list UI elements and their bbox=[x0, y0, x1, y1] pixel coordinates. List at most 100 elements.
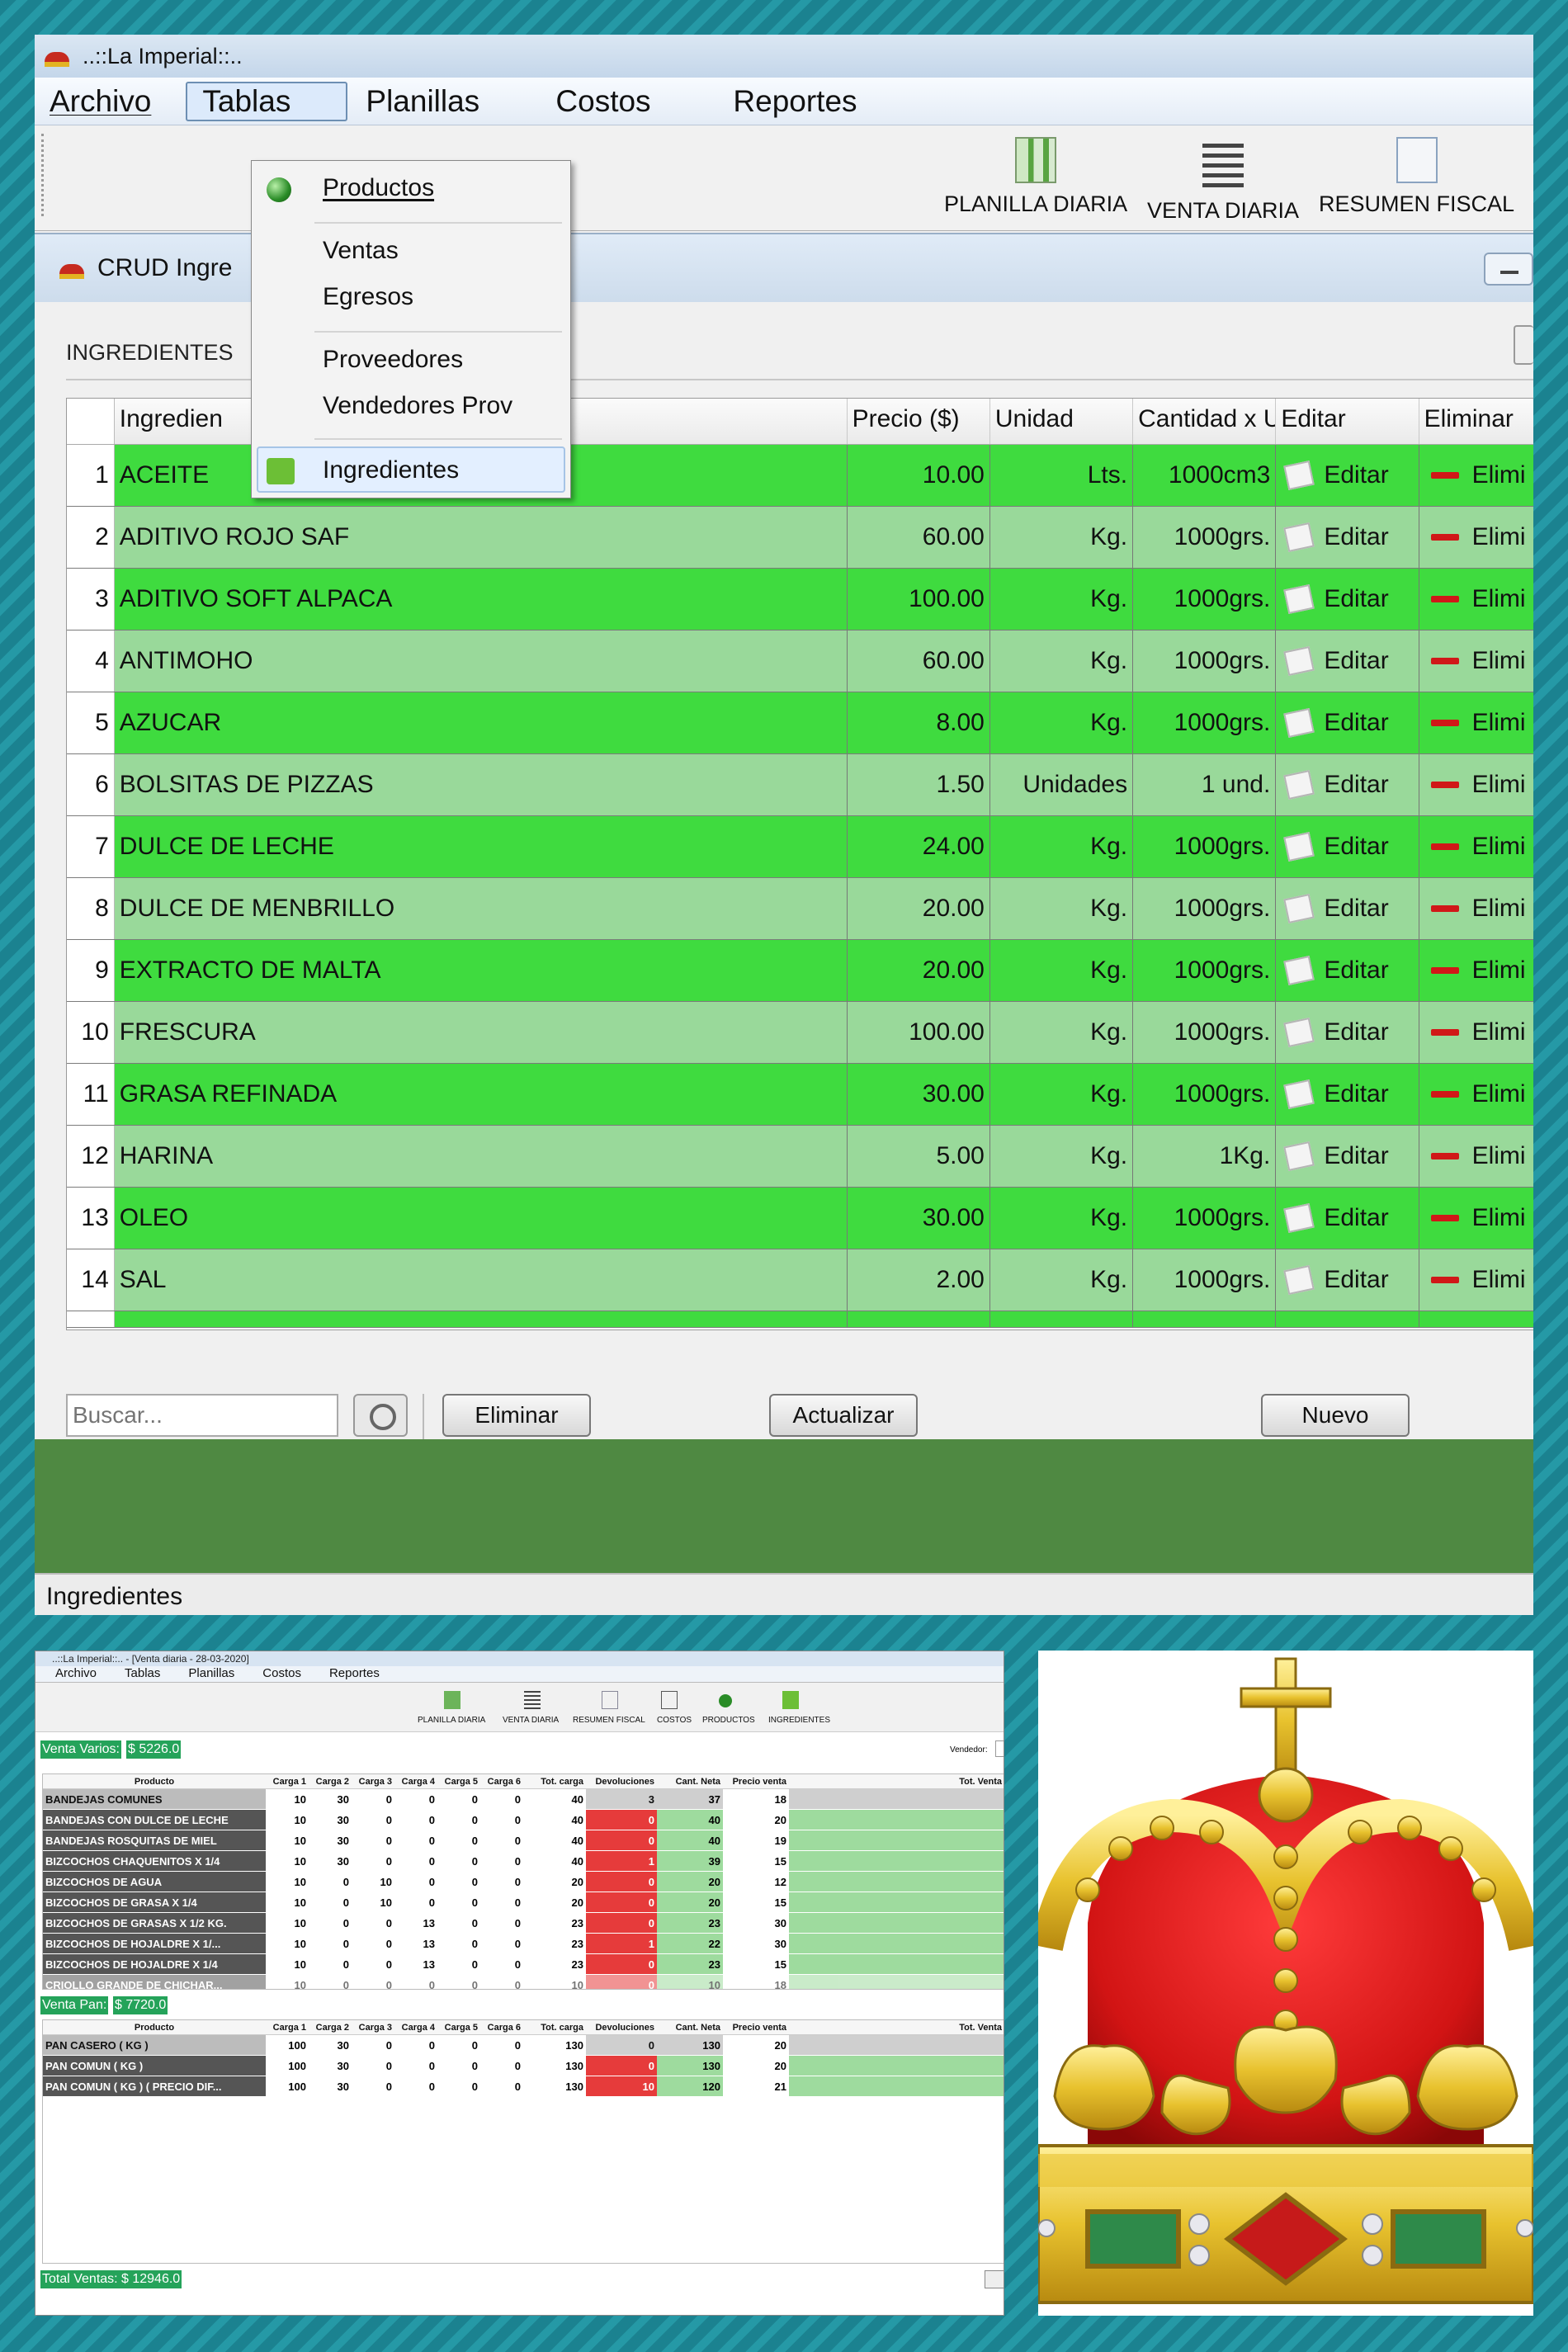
menu-item-vendedores-prov[interactable]: Vendedores Prov bbox=[323, 392, 512, 420]
small-table-row[interactable]: PAN COMUN ( KG ) 100 30 0 0 0 0 130 0 130 20 bbox=[43, 2056, 1004, 2076]
venta-diaria-button[interactable]: VENTA DIARIA bbox=[1147, 137, 1299, 224]
small-header-cell[interactable]: Carga 3 bbox=[352, 2020, 394, 2034]
search-input[interactable] bbox=[66, 1394, 338, 1437]
small-header-cell[interactable]: Precio venta bbox=[723, 1774, 789, 1788]
menu-item-ingredientes[interactable]: Ingredientes bbox=[323, 456, 459, 484]
small-header-cell[interactable]: Carga 4 bbox=[394, 2020, 437, 2034]
delete-button[interactable]: Elimi bbox=[1419, 754, 1533, 815]
small-header-cell[interactable]: Carga 2 bbox=[309, 1774, 352, 1788]
resumen-fiscal-button[interactable]: RESUMEN FISCAL bbox=[1319, 137, 1514, 217]
delete-button[interactable]: Elimi bbox=[1419, 816, 1533, 877]
small-tool-productos[interactable]: PRODUCTOS bbox=[702, 1716, 755, 1725]
vendedor-select[interactable] bbox=[995, 1740, 1004, 1757]
small-table-row[interactable]: BIZCOCHOS DE HOJALDRE X 1/4 10 0 0 13 0 0 23 0 23… bbox=[43, 1954, 1004, 1975]
search-icon[interactable] bbox=[353, 1394, 408, 1437]
table-row[interactable]: 9 EXTRACTO DE MALTA 20.00 Kg. 1000grs. Editar… bbox=[67, 940, 1533, 1002]
table-row[interactable]: 13 OLEO 30.00 Kg. 1000grs. Editar Elimi bbox=[67, 1188, 1533, 1249]
table-row[interactable]: 11 GRASA REFINADA 30.00 Kg. 1000grs. Editar El… bbox=[67, 1064, 1533, 1126]
small-table-row[interactable]: BIZCOCHOS DE AGUA 10 0 10 0 0 0 20 0 20 12 bbox=[43, 1872, 1004, 1892]
small-header-cell[interactable]: Tot. Venta bbox=[789, 2020, 1004, 2034]
small-header-cell[interactable]: Carga 5 bbox=[437, 1774, 480, 1788]
table-row[interactable]: 7 DULCE DE LECHE 24.00 Kg. 1000grs. Editar Eli… bbox=[67, 816, 1533, 878]
header-editar[interactable]: Editar bbox=[1276, 399, 1419, 444]
planilla-diaria-button[interactable]: PLANILLA DIARIA bbox=[944, 137, 1127, 217]
edit-button[interactable]: Editar bbox=[1276, 816, 1419, 877]
table-row[interactable]: 4 ANTIMOHO 60.00 Kg. 1000grs. Editar Elimi bbox=[67, 631, 1533, 692]
small-menu-costos[interactable]: Costos bbox=[262, 1666, 301, 1682]
small-tool-planilla[interactable]: PLANILLA DIARIA bbox=[418, 1716, 485, 1725]
menu-item-egresos[interactable]: Egresos bbox=[323, 283, 413, 311]
table-row[interactable]: 14 SAL 2.00 Kg. 1000grs. Editar Elimi bbox=[67, 1249, 1533, 1311]
small-table-row[interactable]: BANDEJAS ROSQUITAS DE MIEL 10 30 0 0 0 0 40 0 40 1… bbox=[43, 1830, 1004, 1851]
header-cantidad[interactable]: Cantidad x U bbox=[1133, 399, 1277, 444]
delete-button[interactable]: Elimi bbox=[1419, 1249, 1533, 1311]
small-table-row[interactable]: BIZCOCHOS CHAQUENITOS X 1/4 10 30 0 0 0 0 40 1 39… bbox=[43, 1851, 1004, 1872]
delete-button[interactable]: Elimi bbox=[1419, 1188, 1533, 1249]
small-table-row[interactable]: BANDEJAS COMUNES 10 30 0 0 0 0 40 3 37 18 bbox=[43, 1789, 1004, 1810]
delete-button[interactable]: Elimi bbox=[1419, 692, 1533, 753]
delete-button[interactable]: Elimi bbox=[1419, 445, 1533, 506]
edit-button[interactable]: Editar bbox=[1276, 631, 1419, 692]
header-precio[interactable]: Precio ($) bbox=[848, 399, 990, 444]
delete-button[interactable]: Elimi bbox=[1419, 878, 1533, 939]
edit-button[interactable]: Editar bbox=[1276, 878, 1419, 939]
menu-tablas[interactable]: Tablas bbox=[186, 81, 348, 121]
delete-button[interactable]: Elimi bbox=[1419, 631, 1533, 692]
costos-button-cut[interactable]: C bbox=[1520, 137, 1533, 217]
small-header-cell[interactable]: Devoluciones bbox=[586, 2020, 657, 2034]
table-row[interactable]: 2 ADITIVO ROJO SAF 60.00 Kg. 1000grs. Editar E… bbox=[67, 507, 1533, 569]
table-row[interactable]: 12 HARINA 5.00 Kg. 1Kg. Editar Elimi bbox=[67, 1126, 1533, 1188]
small-header-cell[interactable]: Devoluciones bbox=[586, 1774, 657, 1788]
edit-button[interactable]: Editar bbox=[1276, 692, 1419, 753]
small-menu-archivo[interactable]: Archivo bbox=[55, 1666, 97, 1682]
header-eliminar[interactable]: Eliminar bbox=[1419, 399, 1533, 444]
delete-button[interactable]: Elimi bbox=[1419, 1002, 1533, 1063]
edit-button[interactable]: Editar bbox=[1276, 507, 1419, 568]
delete-button[interactable]: Elimi bbox=[1419, 1126, 1533, 1187]
small-header-cell[interactable]: Tot. carga bbox=[523, 1774, 586, 1788]
edit-button[interactable]: Editar bbox=[1276, 445, 1419, 506]
minimize-button[interactable] bbox=[1484, 253, 1533, 286]
edit-button[interactable]: Editar bbox=[1276, 1064, 1419, 1125]
small-header-cell[interactable]: Cant. Neta bbox=[657, 2020, 723, 2034]
small-header-cell[interactable]: Carga 3 bbox=[352, 1774, 394, 1788]
small-header-cell[interactable]: Producto bbox=[43, 1774, 266, 1788]
actualizar-button[interactable]: Actualizar bbox=[769, 1394, 918, 1437]
small-header-cell[interactable]: Precio venta bbox=[723, 2020, 789, 2034]
menu-item-proveedores[interactable]: Proveedores bbox=[323, 346, 463, 374]
menu-archivo[interactable]: Archivo bbox=[35, 83, 166, 120]
small-table-row[interactable]: PAN COMUN ( KG ) ( PRECIO DIF... 100 30 0 0 0… bbox=[43, 2076, 1004, 2097]
edit-button[interactable]: Editar bbox=[1276, 940, 1419, 1001]
delete-button[interactable]: Elimi bbox=[1419, 507, 1533, 568]
edit-button[interactable]: Editar bbox=[1276, 754, 1419, 815]
small-table-row[interactable]: BANDEJAS CON DULCE DE LECHE 10 30 0 0 0 0 40 0 40… bbox=[43, 1810, 1004, 1830]
delete-button[interactable]: Elimi bbox=[1419, 940, 1533, 1001]
small-menu-reportes[interactable]: Reportes bbox=[329, 1666, 380, 1682]
edit-button[interactable]: Editar bbox=[1276, 1249, 1419, 1311]
small-table-row[interactable]: BIZCOCHOS DE GRASA X 1/4 10 0 10 0 0 0 20 0 20 15 bbox=[43, 1892, 1004, 1913]
small-header-cell[interactable]: Tot. Venta bbox=[789, 1774, 1004, 1788]
small-menu-tablas[interactable]: Tablas bbox=[125, 1666, 160, 1682]
small-table-row[interactable]: CRIOLLO GRANDE DE CHICHAR... 10 0 0 0 0 0 10 0 10… bbox=[43, 1975, 1004, 1989]
small-header-cell[interactable]: Carga 4 bbox=[394, 1774, 437, 1788]
toolbar-grip[interactable] bbox=[41, 134, 45, 216]
delete-button[interactable]: Elimi bbox=[1419, 569, 1533, 630]
table-row[interactable]: 10 FRESCURA 100.00 Kg. 1000grs. Editar Elimi bbox=[67, 1002, 1533, 1064]
small-tool-costos[interactable]: COSTOS bbox=[657, 1716, 692, 1725]
eliminar-button[interactable]: Eliminar bbox=[442, 1394, 591, 1437]
table-row[interactable]: 5 AZUCAR 8.00 Kg. 1000grs. Editar Elimi bbox=[67, 692, 1533, 754]
small-header-cell[interactable]: Carga 5 bbox=[437, 2020, 480, 2034]
small-table-row[interactable]: BIZCOCHOS DE HOJALDRE X 1/... 10 0 0 13 0 0 23 1… bbox=[43, 1934, 1004, 1954]
edit-button[interactable]: Editar bbox=[1276, 569, 1419, 630]
edit-button[interactable]: Editar bbox=[1276, 1002, 1419, 1063]
edit-button[interactable]: Editar bbox=[1276, 1126, 1419, 1187]
menu-costos[interactable]: Costos bbox=[541, 83, 718, 120]
small-header-cell[interactable]: Carga 1 bbox=[266, 2020, 309, 2034]
small-table-row[interactable]: BIZCOCHOS DE GRASAS X 1/2 KG. 10 0 0 13 0 0 23 0… bbox=[43, 1913, 1004, 1934]
small-header-cell[interactable]: Producto bbox=[43, 2020, 266, 2034]
small-table-row[interactable]: PAN CASERO ( KG ) 100 30 0 0 0 0 130 0 130 20 bbox=[43, 2035, 1004, 2056]
small-header-cell[interactable]: Cant. Neta bbox=[657, 1774, 723, 1788]
menu-item-productos[interactable]: Productos bbox=[323, 174, 434, 202]
small-tool-venta[interactable]: VENTA DIARIA bbox=[503, 1716, 559, 1725]
small-menu-planillas[interactable]: Planillas bbox=[188, 1666, 234, 1682]
